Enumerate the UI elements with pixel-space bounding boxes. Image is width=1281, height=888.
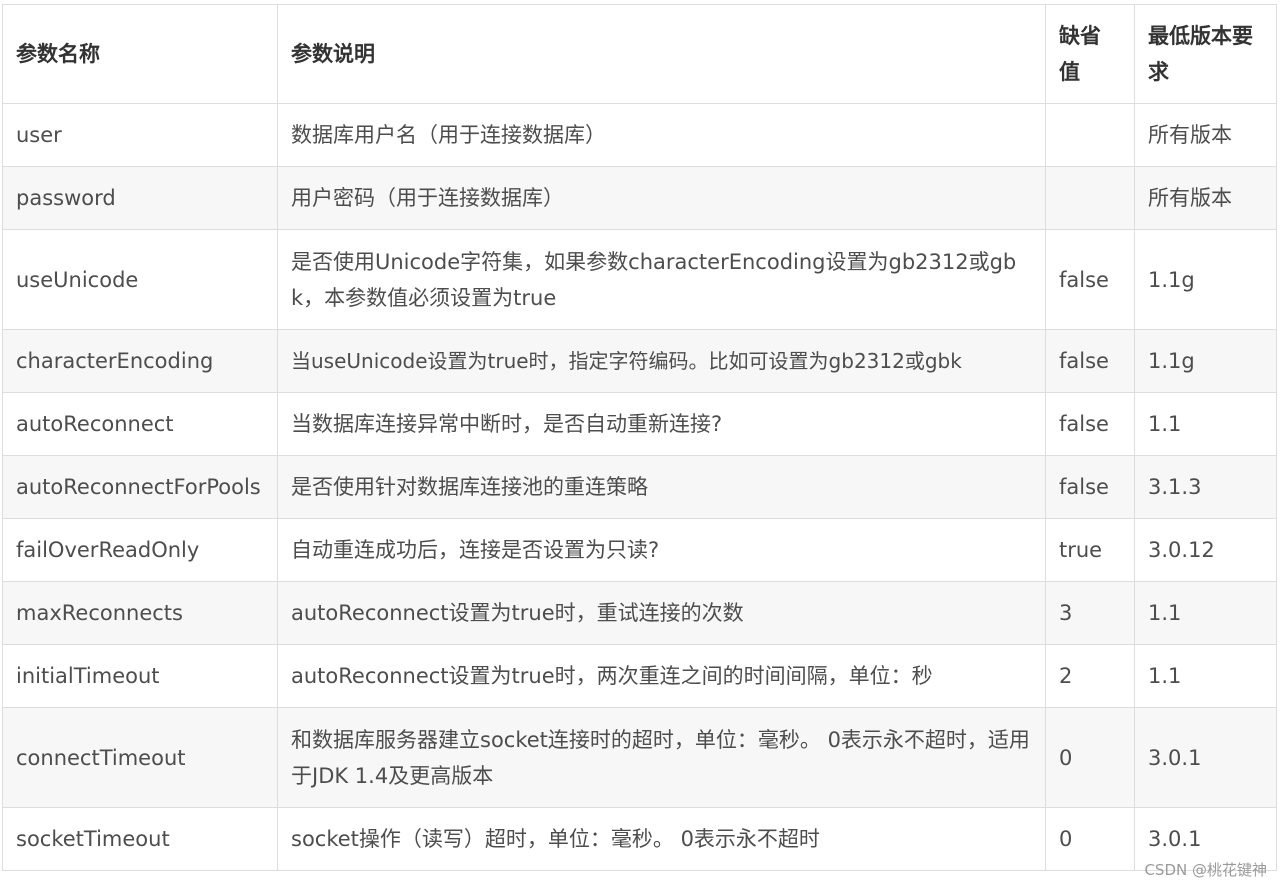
- table-row: connectTimeout 和数据库服务器建立socket连接时的超时，单位：…: [2, 707, 1277, 808]
- table-row: characterEncoding 当useUnicode设置为true时，指定…: [2, 329, 1277, 393]
- cell-name: useUnicode: [2, 229, 278, 330]
- cell-default: 2: [1045, 644, 1135, 708]
- cell-default: 3: [1045, 581, 1135, 645]
- cell-description: 是否使用针对数据库连接池的重连策略: [277, 455, 1046, 519]
- cell-default: 0: [1045, 807, 1135, 871]
- cell-description: 数据库用户名（用于连接数据库）: [277, 103, 1046, 167]
- table-row: user 数据库用户名（用于连接数据库） 所有版本: [2, 103, 1277, 167]
- cell-description: 和数据库服务器建立socket连接时的超时，单位：毫秒。 0表示永不超时，适用于…: [277, 707, 1046, 808]
- cell-name: autoReconnectForPools: [2, 455, 278, 519]
- table-header-row: 参数名称 参数说明 缺省值 最低版本要求: [2, 4, 1277, 104]
- cell-default: false: [1045, 229, 1135, 330]
- header-description: 参数说明: [277, 4, 1046, 104]
- table-row: maxReconnects autoReconnect设置为true时，重试连接…: [2, 581, 1277, 645]
- table-row: autoReconnectForPools 是否使用针对数据库连接池的重连策略 …: [2, 455, 1277, 519]
- cell-description: 用户密码（用于连接数据库）: [277, 166, 1046, 230]
- parameter-table: 参数名称 参数说明 缺省值 最低版本要求 user 数据库用户名（用于连接数据库…: [2, 4, 1277, 871]
- cell-name: password: [2, 166, 278, 230]
- cell-name: socketTimeout: [2, 807, 278, 871]
- cell-default: false: [1045, 329, 1135, 393]
- header-default: 缺省值: [1045, 4, 1135, 104]
- cell-name: failOverReadOnly: [2, 518, 278, 582]
- cell-min-version: 所有版本: [1134, 166, 1277, 230]
- cell-min-version: 1.1g: [1134, 229, 1277, 330]
- header-min-version: 最低版本要求: [1134, 4, 1277, 104]
- cell-name: characterEncoding: [2, 329, 278, 393]
- table-row: failOverReadOnly 自动重连成功后，连接是否设置为只读? true…: [2, 518, 1277, 582]
- table-row: autoReconnect 当数据库连接异常中断时，是否自动重新连接? fals…: [2, 392, 1277, 456]
- cell-default: true: [1045, 518, 1135, 582]
- cell-min-version: 所有版本: [1134, 103, 1277, 167]
- table-row: password 用户密码（用于连接数据库） 所有版本: [2, 166, 1277, 230]
- cell-name: initialTimeout: [2, 644, 278, 708]
- cell-min-version: 3.0.1: [1134, 707, 1277, 808]
- cell-default: false: [1045, 455, 1135, 519]
- cell-min-version: 3.0.12: [1134, 518, 1277, 582]
- cell-name: user: [2, 103, 278, 167]
- table-row: useUnicode 是否使用Unicode字符集，如果参数characterE…: [2, 229, 1277, 330]
- cell-min-version: 3.1.3: [1134, 455, 1277, 519]
- cell-name: maxReconnects: [2, 581, 278, 645]
- cell-default: [1045, 166, 1135, 230]
- cell-min-version: 1.1: [1134, 644, 1277, 708]
- cell-description: 当数据库连接异常中断时，是否自动重新连接?: [277, 392, 1046, 456]
- table-row: socketTimeout socket操作（读写）超时，单位：毫秒。 0表示永…: [2, 807, 1277, 871]
- page: 参数名称 参数说明 缺省值 最低版本要求 user 数据库用户名（用于连接数据库…: [0, 0, 1281, 888]
- cell-default: false: [1045, 392, 1135, 456]
- cell-description: autoReconnect设置为true时，重试连接的次数: [277, 581, 1046, 645]
- cell-default: [1045, 103, 1135, 167]
- cell-min-version: 1.1: [1134, 581, 1277, 645]
- cell-name: autoReconnect: [2, 392, 278, 456]
- cell-description: 是否使用Unicode字符集，如果参数characterEncoding设置为g…: [277, 229, 1046, 330]
- cell-description: autoReconnect设置为true时，两次重连之间的时间间隔，单位：秒: [277, 644, 1046, 708]
- table-row: initialTimeout autoReconnect设置为true时，两次重…: [2, 644, 1277, 708]
- cell-min-version: 1.1g: [1134, 329, 1277, 393]
- cell-description: socket操作（读写）超时，单位：毫秒。 0表示永不超时: [277, 807, 1046, 871]
- cell-default: 0: [1045, 707, 1135, 808]
- watermark: CSDN @桃花键神: [1144, 861, 1267, 879]
- cell-min-version: 1.1: [1134, 392, 1277, 456]
- header-name: 参数名称: [2, 4, 278, 104]
- cell-description: 当useUnicode设置为true时，指定字符编码。比如可设置为gb2312或…: [277, 329, 1046, 393]
- cell-description: 自动重连成功后，连接是否设置为只读?: [277, 518, 1046, 582]
- cell-name: connectTimeout: [2, 707, 278, 808]
